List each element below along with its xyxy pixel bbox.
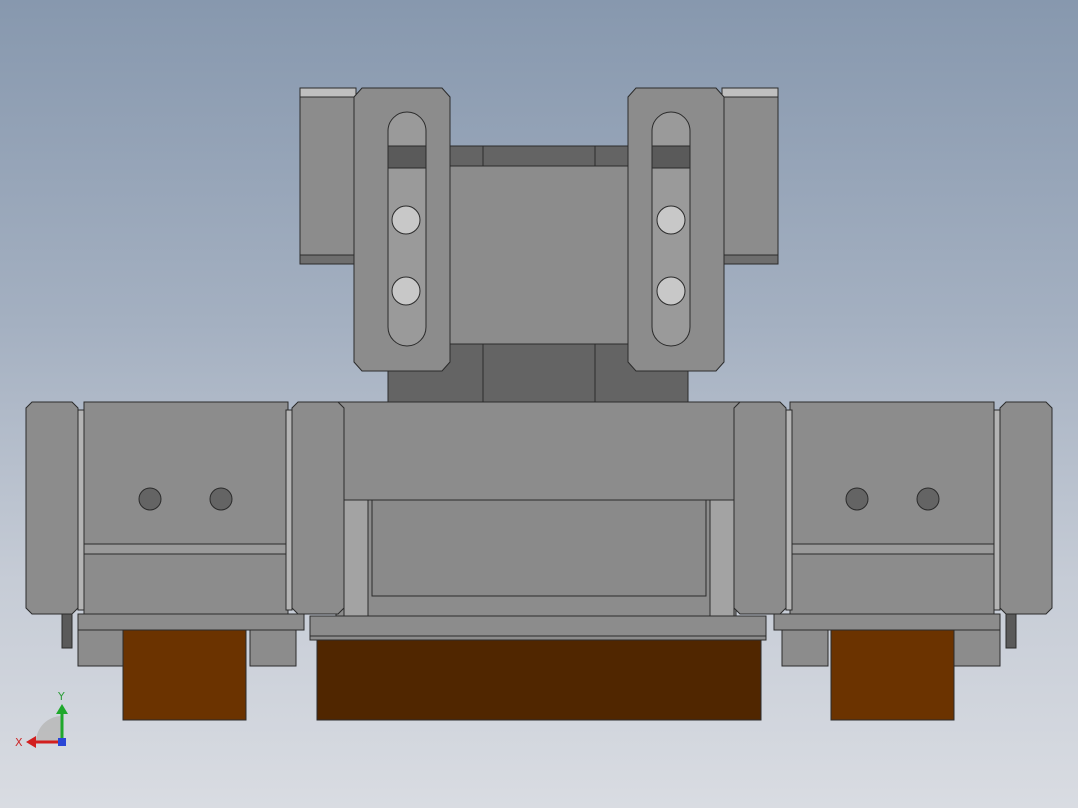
axis-triad: Y X [15, 690, 68, 749]
left-carriage-hole-2 [209, 487, 233, 511]
x-axis-label: X [15, 736, 23, 749]
left-bolt-upper [391, 205, 421, 235]
upper-left-side-plate [299, 87, 357, 265]
right-slot-stripe [651, 145, 691, 169]
z-axis-marker [58, 738, 66, 746]
left-carriage-hole-1 [138, 487, 162, 511]
right-slotted-bracket [627, 87, 725, 372]
mechanical-assembly[interactable] [25, 87, 1053, 721]
y-axis-label: Y [57, 690, 65, 703]
upper-center-block [445, 165, 633, 345]
right-pad [830, 629, 955, 721]
x-axis-arrow [26, 736, 36, 748]
right-bolt-lower [656, 276, 686, 306]
left-pad [122, 629, 247, 721]
left-slotted-bracket [353, 87, 451, 372]
lower-center-beam [299, 401, 779, 641]
model-canvas[interactable]: Y X [0, 0, 1078, 808]
right-carriage-hole-1 [845, 487, 869, 511]
right-carriage [733, 401, 1053, 667]
cad-viewport[interactable]: Y X [0, 0, 1078, 808]
y-axis-arrow [56, 704, 68, 714]
right-carriage-hole-2 [916, 487, 940, 511]
upper-right-side-plate [721, 87, 779, 265]
center-pad [316, 639, 762, 721]
left-slot-stripe [387, 145, 427, 169]
left-bolt-lower [391, 276, 421, 306]
right-bolt-upper [656, 205, 686, 235]
left-carriage [25, 401, 345, 667]
